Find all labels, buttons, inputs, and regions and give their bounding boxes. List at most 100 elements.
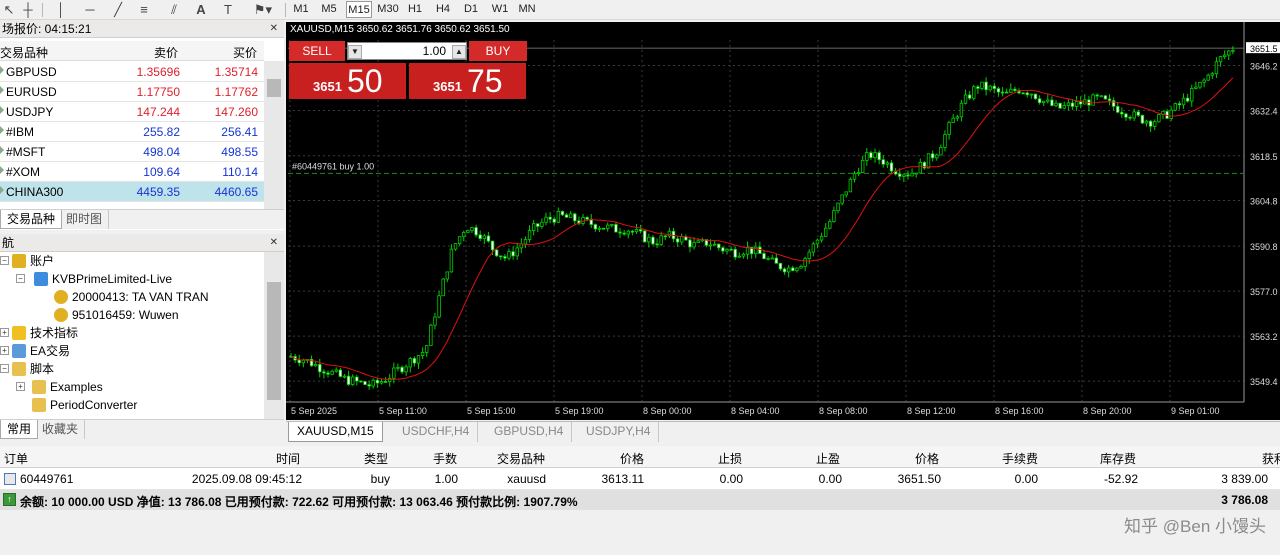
crosshair-icon[interactable]: ┼ — [20, 0, 36, 20]
candle-body — [696, 240, 700, 243]
nav-examples[interactable]: Examples — [32, 378, 103, 396]
candle-body — [795, 267, 799, 272]
timeframe-mn[interactable]: MN — [516, 1, 538, 18]
nav-scripts[interactable]: 脚本 — [12, 360, 54, 378]
candle-body — [1140, 114, 1145, 124]
candle-body — [885, 162, 890, 165]
tab-gbpusd-h4[interactable]: GBPUSD,H4 — [486, 422, 573, 442]
col-type[interactable]: 类型 — [364, 450, 388, 467]
nav-period-converter[interactable]: PeriodConverter — [32, 396, 137, 414]
column-bid[interactable]: 卖价 — [154, 44, 178, 61]
col-commission[interactable]: 手续费 — [1002, 450, 1038, 467]
nav-account-1[interactable]: 20000413: TA VAN TRAN — [54, 288, 209, 306]
x-tick-label: 8 Sep 20:00 — [1083, 406, 1132, 416]
col-time[interactable]: 时间 — [276, 450, 300, 467]
tab-xauusd-m15[interactable]: XAUUSD,M15 — [288, 422, 383, 442]
candle-body — [630, 230, 635, 233]
timeframe-h1[interactable]: H1 — [405, 1, 425, 18]
candle-body — [1214, 61, 1219, 75]
tab-symbols[interactable]: 交易品种 — [0, 210, 63, 229]
collapse-icon[interactable]: − — [16, 274, 25, 283]
column-ask[interactable]: 买价 — [233, 44, 257, 61]
expand-icon[interactable]: + — [16, 382, 25, 391]
candle-body — [1198, 81, 1202, 88]
timeframe-m1[interactable]: M1 — [290, 1, 312, 18]
timeframe-m5[interactable]: M5 — [318, 1, 340, 18]
market-watch-row[interactable]: #MSFT 498.04 498.55 — [0, 142, 264, 162]
scrollbar-thumb[interactable] — [267, 79, 281, 97]
market-watch-row[interactable]: #IBM 255.82 256.41 — [0, 122, 264, 142]
tab-common[interactable]: 常用 — [0, 420, 39, 439]
tab-usdchf-h4[interactable]: USDCHF,H4 — [394, 422, 479, 442]
vertical-line-icon[interactable]: │ — [54, 0, 68, 20]
chart-window[interactable]: 3651.5 3646.2 3632.4 3618.5 3604.8 3590.8 3577… — [286, 22, 1280, 420]
col-sl[interactable]: 止损 — [718, 450, 742, 467]
timeframe-d1[interactable]: D1 — [461, 1, 481, 18]
tab-usdjpy-h4[interactable]: USDJPY,H4 — [578, 422, 660, 442]
timeframe-m30[interactable]: M30 — [376, 1, 400, 18]
nav-expert-advisors[interactable]: EA交易 — [12, 342, 70, 360]
market-watch-row[interactable]: USDJPY 147.244 147.260 — [0, 102, 264, 122]
collapse-icon[interactable]: − — [0, 256, 9, 265]
tab-favorites[interactable]: 收藏夹 — [36, 420, 86, 439]
col-profit[interactable]: 获利 — [1262, 450, 1280, 467]
buy-price-box[interactable]: 3651 75 — [409, 63, 526, 99]
market-watch-tabs: 交易品种 即时图 — [0, 209, 284, 229]
market-watch-row[interactable]: CHINA300 4459.35 4460.65 — [0, 182, 264, 202]
mt4-window: ↖ ┼ │ ─ ╱ ≡ ⫽ A T ⚑▾ M1 M5 M15 M30 H1 H4… — [0, 0, 1280, 555]
collapse-icon[interactable]: − — [0, 364, 9, 373]
timeframe-w1[interactable]: W1 — [489, 1, 511, 18]
expand-icon[interactable]: + — [0, 346, 9, 355]
candle-body — [1091, 94, 1095, 106]
bid-price: 109.64 — [143, 165, 180, 179]
col-tp[interactable]: 止盈 — [816, 450, 840, 467]
lot-value[interactable]: 1.00 — [423, 44, 446, 58]
terminal-panel: 订单 时间 类型 手数 交易品种 价格 止损 止盈 价格 手续费 库存费 获利 … — [0, 446, 1280, 510]
timeframe-h4[interactable]: H4 — [433, 1, 453, 18]
sell-price-box[interactable]: 3651 50 — [289, 63, 406, 99]
nav-accounts[interactable]: 账户 — [12, 252, 54, 270]
fibonacci-icon[interactable]: ≡ — [136, 0, 152, 20]
candle-body — [729, 248, 733, 251]
col-lots[interactable]: 手数 — [433, 450, 457, 467]
scrollbar-thumb[interactable] — [267, 282, 281, 400]
nav-server[interactable]: KVBPrimeLimited-Live — [34, 270, 172, 288]
market-watch-row[interactable]: #XOM 109.64 110.14 — [0, 162, 264, 182]
candle-body — [861, 159, 865, 173]
col-order[interactable]: 订单 — [4, 450, 28, 467]
candle-body — [708, 244, 713, 247]
lot-decrease-icon[interactable]: ▼ — [348, 45, 362, 59]
shapes-dropdown-icon[interactable]: ⚑▾ — [248, 0, 278, 20]
candle-body — [342, 375, 347, 378]
col-swap[interactable]: 库存费 — [1100, 450, 1136, 467]
col-price-current[interactable]: 价格 — [915, 450, 939, 467]
text-label-icon[interactable]: T — [220, 0, 236, 20]
sell-button[interactable]: SELL — [289, 41, 345, 61]
buy-button[interactable]: BUY — [469, 41, 527, 61]
tab-tick-chart[interactable]: 即时图 — [60, 210, 110, 229]
channel-icon[interactable]: ⫽ — [166, 0, 182, 20]
nav-indicators[interactable]: 技术指标 — [12, 324, 78, 342]
navigator-scrollbar[interactable] — [264, 252, 284, 419]
nav-account-2[interactable]: 951016459: Wuwen — [54, 306, 179, 324]
column-symbol[interactable]: 交易品种 — [0, 44, 48, 61]
lot-increase-icon[interactable]: ▲ — [452, 45, 466, 59]
col-symbol[interactable]: 交易品种 — [497, 450, 545, 467]
order-row[interactable]: 60449761 2025.09.08 09:45:12 buy 1.00 xa… — [0, 468, 1280, 490]
close-icon[interactable]: ✕ — [270, 234, 278, 252]
nav-label: KVBPrimeLimited-Live — [52, 272, 173, 286]
expand-icon[interactable]: + — [0, 328, 9, 337]
candle-body — [568, 213, 573, 218]
lot-size-input[interactable]: ▼ 1.00 ▲ — [347, 42, 467, 60]
text-icon[interactable]: A — [194, 0, 208, 20]
timeframe-m15[interactable]: M15 — [346, 1, 372, 18]
market-watch-row[interactable]: GBPUSD 1.35696 1.35714 — [0, 62, 264, 82]
cursor-icon[interactable]: ↖ — [2, 0, 16, 20]
candle-body — [832, 210, 836, 222]
col-price[interactable]: 价格 — [620, 450, 644, 467]
market-watch-row[interactable]: EURUSD 1.17750 1.17762 — [0, 82, 264, 102]
trendline-icon[interactable]: ╱ — [110, 0, 126, 20]
market-watch-scrollbar[interactable] — [264, 61, 284, 209]
horizontal-line-icon[interactable]: ─ — [82, 0, 98, 20]
close-icon[interactable]: ✕ — [270, 20, 278, 38]
